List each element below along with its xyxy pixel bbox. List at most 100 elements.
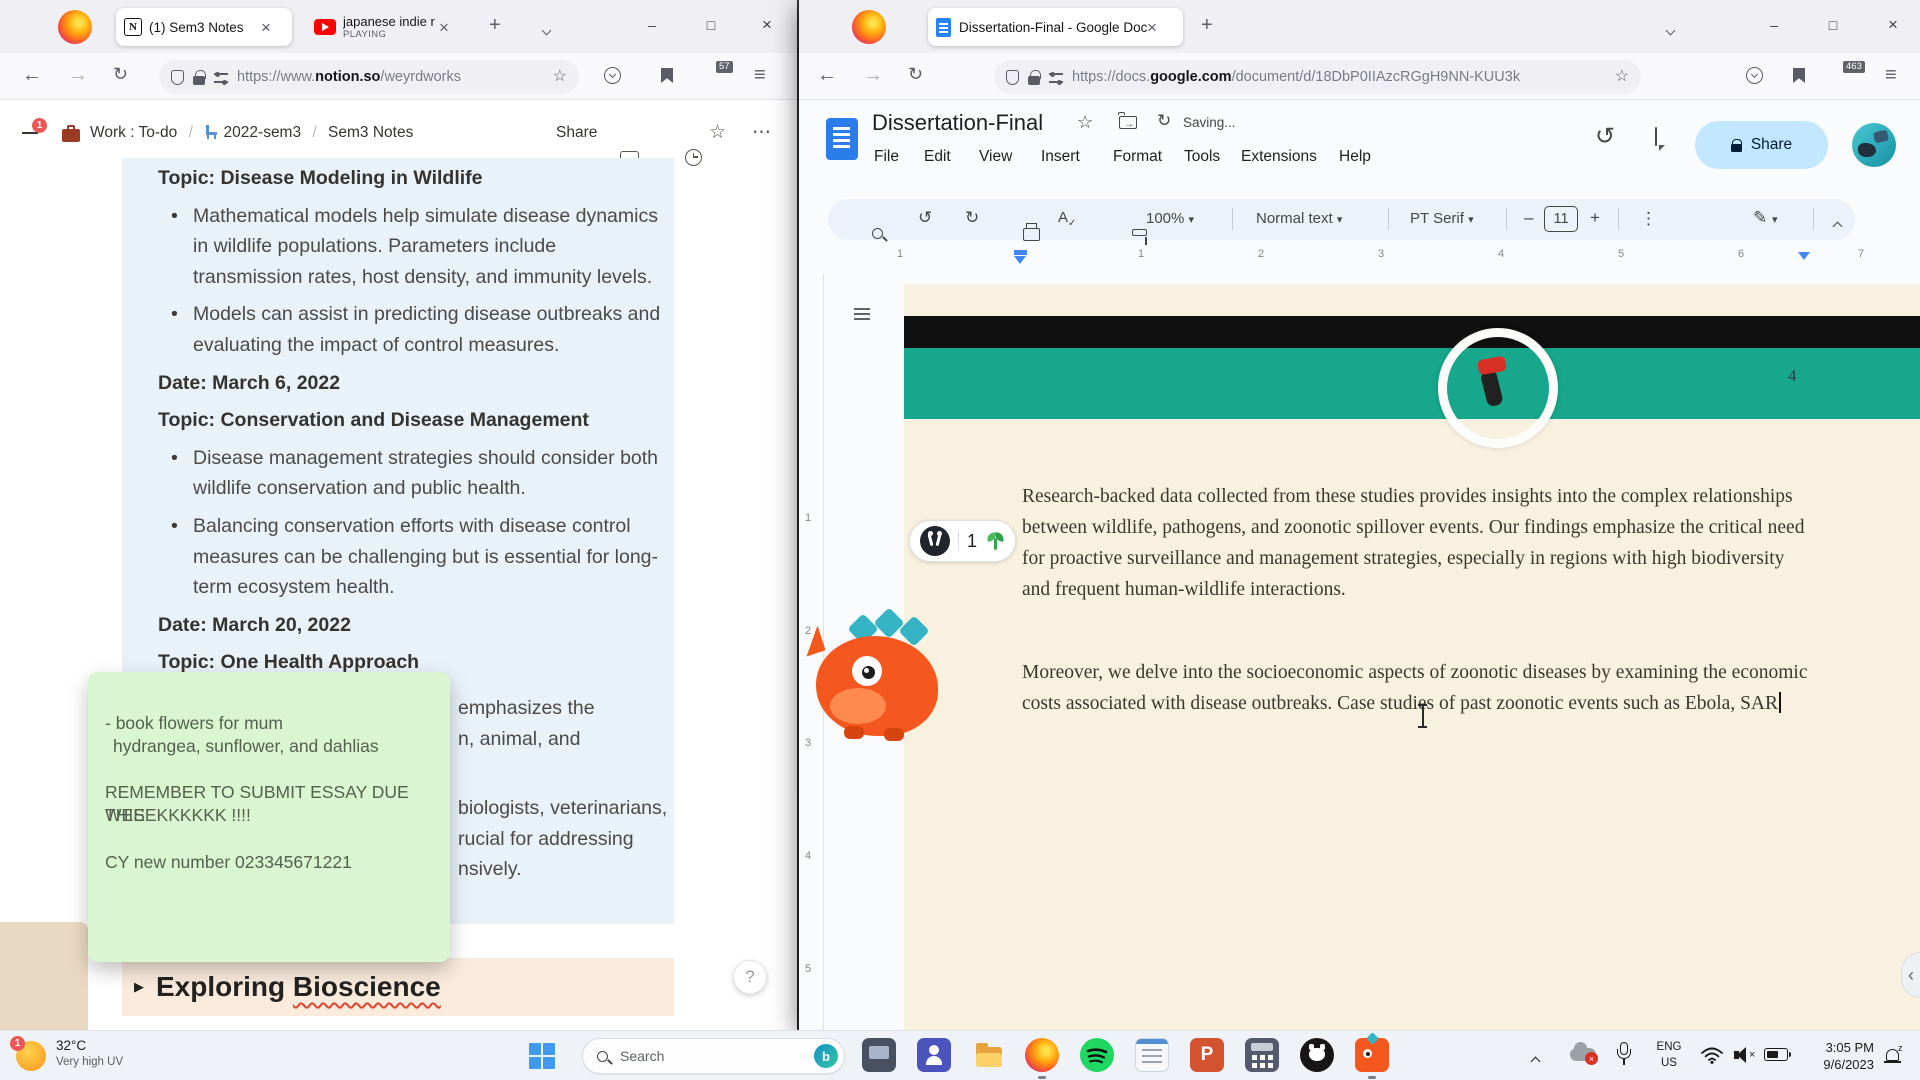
app-icon-calculator[interactable] xyxy=(1245,1038,1279,1072)
forward-button[interactable]: → xyxy=(863,65,883,85)
star-doc-icon[interactable]: ☆ xyxy=(1077,112,1093,133)
app-icon-pet[interactable] xyxy=(1355,1032,1389,1072)
volume-muted-icon[interactable]: × xyxy=(1734,1046,1758,1064)
tab-dissertation[interactable]: Dissertation-Final - Google Doc × xyxy=(928,8,1183,46)
address-bar[interactable]: https://docs.google.com/document/d/18DbP… xyxy=(994,60,1641,94)
breadcrumb-page[interactable]: Sem3 Notes xyxy=(328,124,413,141)
tab-close-icon[interactable]: × xyxy=(439,19,449,36)
tab-close-icon[interactable]: × xyxy=(261,19,271,36)
tracking-protection-icon[interactable] xyxy=(1006,69,1019,85)
paint-format-icon[interactable] xyxy=(1132,229,1147,245)
app-icon-github[interactable] xyxy=(1300,1038,1334,1072)
more-options-icon[interactable]: ⋯ xyxy=(752,121,771,144)
desktop-pet[interactable] xyxy=(798,607,965,742)
app-icon-powerpoint[interactable]: P xyxy=(1190,1038,1224,1072)
favorite-star-icon[interactable]: ☆ xyxy=(709,121,726,144)
pocket-icon[interactable] xyxy=(1746,67,1763,84)
maximize-button[interactable]: □ xyxy=(1816,12,1850,38)
indent-marker-rect[interactable] xyxy=(1014,250,1027,255)
clock-date[interactable]: 3:05 PM 9/6/2023 xyxy=(1796,1039,1874,1073)
breadcrumb-mid[interactable]: 2022-sem3 xyxy=(224,124,302,141)
menu-edit[interactable]: Edit xyxy=(924,148,951,166)
sticky-note[interactable]: - book flowers for mum hydrangea, sunflo… xyxy=(88,672,450,962)
version-history-icon[interactable]: ↺ xyxy=(1595,122,1615,151)
menu-tools[interactable]: Tools xyxy=(1184,148,1220,166)
app-menu-icon[interactable]: ≡ xyxy=(1885,65,1897,85)
toggle-triangle-icon[interactable]: ▶ xyxy=(134,979,144,995)
new-tab-button[interactable]: + xyxy=(1201,15,1213,35)
tab-sem3-notes[interactable]: N (1) Sem3 Notes × xyxy=(116,8,292,46)
reload-button[interactable]: ↻ xyxy=(113,65,128,83)
app-icon-notepad[interactable] xyxy=(1135,1038,1169,1072)
bookmark-star-icon[interactable]: ☆ xyxy=(1615,69,1629,85)
permissions-icon[interactable] xyxy=(214,71,228,85)
new-tab-button[interactable]: + xyxy=(489,15,501,35)
bing-icon[interactable]: b xyxy=(814,1044,838,1068)
back-button[interactable]: ← xyxy=(22,65,42,85)
account-avatar[interactable] xyxy=(1852,123,1896,167)
font-size-value[interactable]: 11 xyxy=(1544,206,1578,232)
document-outline-icon[interactable] xyxy=(854,308,870,320)
left-indent-marker[interactable] xyxy=(1014,256,1026,264)
list-tabs-chevron-icon[interactable] xyxy=(541,21,552,39)
share-button[interactable]: Share xyxy=(1695,121,1828,169)
wifi-icon[interactable] xyxy=(1700,1045,1724,1070)
print-icon[interactable] xyxy=(1023,223,1040,241)
app-icon-spotify[interactable] xyxy=(1080,1038,1114,1072)
close-button[interactable]: × xyxy=(1876,12,1910,38)
bookmarks-library-icon[interactable] xyxy=(1793,68,1805,83)
minimize-button[interactable]: – xyxy=(635,12,669,38)
emoji-reaction-badge[interactable]: 1 xyxy=(909,520,1017,562)
breadcrumb[interactable]: Work : To-do / 2022-sem3 / Sem3 Notes xyxy=(90,124,413,142)
battery-icon[interactable] xyxy=(1764,1048,1791,1061)
right-indent-marker[interactable] xyxy=(1798,252,1810,260)
font-size-increase[interactable]: + xyxy=(1590,208,1600,228)
bookmarks-library-icon[interactable] xyxy=(661,68,673,83)
pocket-icon[interactable] xyxy=(604,67,621,84)
lock-icon[interactable] xyxy=(193,69,206,85)
bookmark-star-icon[interactable]: ☆ xyxy=(553,69,567,85)
onedrive-paused-icon[interactable]: × xyxy=(1570,1042,1598,1065)
notification-bell-icon[interactable]: z xyxy=(1884,1043,1904,1067)
reload-button[interactable]: ↻ xyxy=(908,65,923,83)
tab-close-icon[interactable]: × xyxy=(1147,19,1157,36)
editing-mode-pencil-icon[interactable]: ✎ ▾ xyxy=(1753,208,1778,228)
app-icon-dark-window[interactable] xyxy=(862,1038,896,1072)
app-icon-firefox[interactable] xyxy=(1025,1038,1059,1072)
forward-button[interactable]: → xyxy=(68,65,88,85)
maximize-button[interactable]: □ xyxy=(694,12,728,38)
menu-view[interactable]: View xyxy=(979,148,1012,166)
redo-icon[interactable]: ↻ xyxy=(965,208,979,228)
app-icon-file-explorer[interactable] xyxy=(972,1038,1006,1072)
language-indicator[interactable]: ENG US xyxy=(1652,1039,1686,1071)
list-tabs-chevron-icon[interactable] xyxy=(1665,21,1676,39)
help-button[interactable]: ? xyxy=(733,960,767,994)
undo-icon[interactable]: ↻ xyxy=(918,208,932,228)
firefox-view-icon[interactable] xyxy=(852,10,886,44)
doc-paragraph[interactable]: Research-backed data collected from thes… xyxy=(1022,481,1810,605)
zoom-select[interactable]: 100% ▾ xyxy=(1146,210,1194,227)
search-menus-icon[interactable] xyxy=(872,228,883,239)
document-page[interactable]: 4 Research-backed data collected from th… xyxy=(904,284,1920,1030)
doc-title[interactable]: Dissertation-Final xyxy=(872,110,1043,136)
menu-file[interactable]: File xyxy=(874,148,899,166)
breadcrumb-root[interactable]: Work : To-do xyxy=(90,124,177,141)
minimize-button[interactable]: – xyxy=(1757,12,1791,38)
font-select[interactable]: PT Serif ▾ xyxy=(1410,210,1474,227)
tray-overflow-chevron[interactable] xyxy=(1530,1052,1541,1070)
share-button[interactable]: Share xyxy=(556,124,597,142)
menu-format[interactable]: Format xyxy=(1113,148,1162,166)
menu-help[interactable]: Help xyxy=(1339,148,1371,166)
move-folder-icon[interactable]: → xyxy=(1118,112,1137,130)
menu-insert[interactable]: Insert xyxy=(1041,148,1080,166)
taskbar-search[interactable]: Search b xyxy=(582,1038,845,1074)
weather-widget[interactable]: 1 32°C Very high UV xyxy=(10,1036,172,1076)
paragraph-style-select[interactable]: Normal text ▾ xyxy=(1256,210,1342,227)
close-button[interactable]: × xyxy=(750,12,784,38)
permissions-icon[interactable] xyxy=(1049,71,1063,85)
tracking-protection-icon[interactable] xyxy=(171,69,184,85)
back-button[interactable]: ← xyxy=(817,65,837,85)
address-bar[interactable]: https://www.notion.so/weyrdworks ☆ xyxy=(159,60,579,94)
comment-icon[interactable] xyxy=(1655,127,1657,146)
app-menu-icon[interactable]: ≡ xyxy=(754,65,766,85)
